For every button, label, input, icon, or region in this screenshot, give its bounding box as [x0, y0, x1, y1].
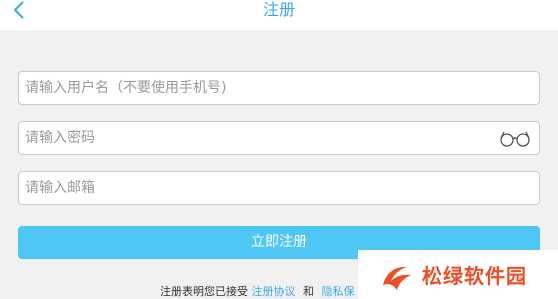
agreement-prefix: 注册表明您已接受: [160, 285, 248, 298]
password-visibility-toggle[interactable]: [499, 129, 531, 147]
privacy-link[interactable]: 隐私保: [322, 285, 355, 298]
watermark-logo-icon: [383, 266, 411, 290]
username-input[interactable]: [25, 72, 495, 104]
email-field[interactable]: [18, 171, 540, 205]
watermark: 松绿软件园: [358, 250, 558, 299]
watermark-text: 松绿软件园: [422, 264, 527, 288]
terms-link[interactable]: 注册协议: [252, 285, 296, 298]
top-bar: 注册: [0, 0, 558, 30]
glasses-icon: [500, 131, 530, 147]
agreement-text: 注册表明您已接受 注册协议 和 隐私保: [160, 283, 355, 299]
username-field[interactable]: [18, 71, 540, 105]
password-input[interactable]: [25, 122, 495, 154]
email-input[interactable]: [25, 172, 495, 204]
page-title: 注册: [262, 0, 295, 19]
password-field[interactable]: [18, 121, 540, 155]
agreement-and: 和: [303, 285, 314, 298]
